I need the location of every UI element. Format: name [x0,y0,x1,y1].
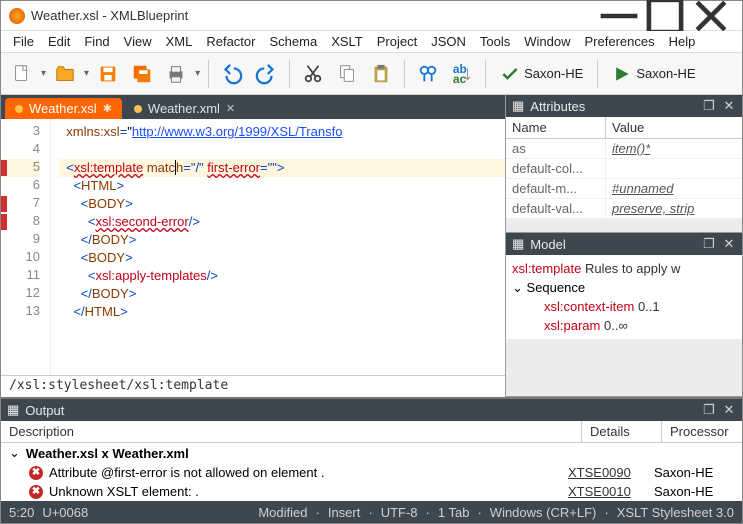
dropdown-icon[interactable]: ▾ [41,68,46,79]
paste-icon[interactable] [366,59,396,89]
menu-xml[interactable]: XML [160,32,199,51]
status-encoding: UTF-8 [381,505,418,520]
menu-project[interactable]: Project [371,32,423,51]
menu-window[interactable]: Window [518,32,576,51]
copy-icon[interactable] [332,59,362,89]
panel-restore-icon[interactable]: ❐ [702,403,716,417]
attributes-grid[interactable]: Name Value asitem()*default-col...defaul… [506,117,742,219]
attr-row[interactable]: default-val...preserve, strip [506,199,742,219]
error-code-link[interactable]: XTSE0010 [568,484,648,499]
attr-col-value[interactable]: Value [606,117,742,138]
file-icon [15,105,23,113]
tab-weather-xsl[interactable]: Weather.xsl✱ [5,98,122,119]
panel-close-icon[interactable]: ✕ [722,99,736,113]
dropdown-icon[interactable]: ▾ [84,68,89,79]
grid-icon: ▦ [512,98,524,114]
menu-refactor[interactable]: Refactor [200,32,261,51]
maximize-button[interactable] [642,1,688,31]
attr-row[interactable]: default-col... [506,159,742,179]
svg-text:ac: ac [453,72,467,85]
attributes-panel-title: Attributes [530,99,585,114]
tab-bar: Weather.xsl✱Weather.xml✕ [1,95,505,119]
undo-icon[interactable] [217,59,247,89]
menu-preferences[interactable]: Preferences [579,32,661,51]
status-char: U+0068 [42,505,88,520]
run-button[interactable]: Saxon-HE [606,60,701,88]
validate-button[interactable]: Saxon-HE [494,60,589,88]
dirty-icon[interactable]: ✱ [103,102,112,115]
close-button[interactable] [688,1,734,31]
replace-icon[interactable]: abac [447,59,477,89]
status-eol: Windows (CR+LF) [490,505,597,520]
out-col-details[interactable]: Details [582,421,662,442]
collapse-icon[interactable]: ⌄ [9,445,20,461]
error-icon: ✖ [29,466,43,480]
status-doctype: XSLT Stylesheet 3.0 [617,505,734,520]
dropdown-icon[interactable]: ▾ [195,68,200,79]
find-icon[interactable] [413,59,443,89]
status-bar: 5:20 U+0068 Modified· Insert· UTF-8· 1 T… [1,501,742,523]
code-editor[interactable]: 345678910111213 xmlns:xsl="http://www.w3… [1,119,505,375]
menu-schema[interactable]: Schema [263,32,323,51]
menu-xslt[interactable]: XSLT [325,32,369,51]
menu-file[interactable]: File [7,32,40,51]
open-folder-icon[interactable] [50,59,80,89]
file-icon [134,105,142,113]
status-tab: 1 Tab [438,505,470,520]
redo-icon[interactable] [251,59,281,89]
out-col-proc[interactable]: Processor [662,421,742,442]
tab-weather-xml[interactable]: Weather.xml✕ [124,98,245,119]
output-row[interactable]: ✖Unknown XSLT element: .XTSE0010Saxon-HE [1,482,742,501]
menu-find[interactable]: Find [78,32,115,51]
attr-col-name[interactable]: Name [506,117,606,138]
close-icon[interactable]: ✕ [226,102,235,115]
window-title: Weather.xsl - XMLBlueprint [31,8,596,23]
attr-row[interactable]: default-m...#unnamed [506,179,742,199]
output-list[interactable]: Description Details Processor ⌄ Weather.… [1,421,742,501]
print-icon[interactable] [161,59,191,89]
status-insert: Insert [328,505,361,520]
cut-icon[interactable] [298,59,328,89]
toolbar: ▾ ▾ ▾ abac Saxon-HE Saxon-HE [1,53,742,95]
panel-restore-icon[interactable]: ❐ [702,237,716,251]
panel-close-icon[interactable]: ✕ [722,237,736,251]
status-modified: Modified [258,505,307,520]
out-col-desc[interactable]: Description [1,421,582,442]
panel-restore-icon[interactable]: ❐ [702,99,716,113]
attr-row[interactable]: asitem()* [506,139,742,159]
error-code-link[interactable]: XTSE0090 [568,465,648,480]
menubar: FileEditFindViewXMLRefactorSchemaXSLTPro… [1,31,742,53]
status-position: 5:20 [9,505,34,520]
new-file-icon[interactable] [7,59,37,89]
menu-tools[interactable]: Tools [474,32,516,51]
model-item[interactable]: xsl:context-item 0..1 [512,297,736,316]
model-tree[interactable]: xsl:template Rules to apply w ⌄ Sequence… [506,255,742,339]
save-icon[interactable] [93,59,123,89]
validate-label: Saxon-HE [524,66,583,81]
output-row[interactable]: ✖Attribute @first-error is not allowed o… [1,463,742,482]
menu-help[interactable]: Help [663,32,702,51]
breadcrumb[interactable]: /xsl:stylesheet/xsl:template [1,375,505,397]
output-panel-title: Output [25,403,64,418]
app-icon [9,8,25,24]
titlebar: Weather.xsl - XMLBlueprint [1,1,742,31]
menu-json[interactable]: JSON [425,32,472,51]
output-group[interactable]: ⌄ Weather.xsl x Weather.xml [1,443,742,463]
model-item[interactable]: xsl:param 0..∞ [512,316,736,335]
output-icon: ▦ [7,402,19,418]
save-all-icon[interactable] [127,59,157,89]
error-icon: ✖ [29,485,43,499]
model-panel-title: Model [530,237,565,252]
model-icon: ▦ [512,236,524,252]
run-label: Saxon-HE [636,66,695,81]
menu-edit[interactable]: Edit [42,32,76,51]
panel-close-icon[interactable]: ✕ [722,403,736,417]
minimize-button[interactable] [596,1,642,31]
menu-view[interactable]: View [118,32,158,51]
collapse-icon[interactable]: ⌄ [512,280,523,295]
